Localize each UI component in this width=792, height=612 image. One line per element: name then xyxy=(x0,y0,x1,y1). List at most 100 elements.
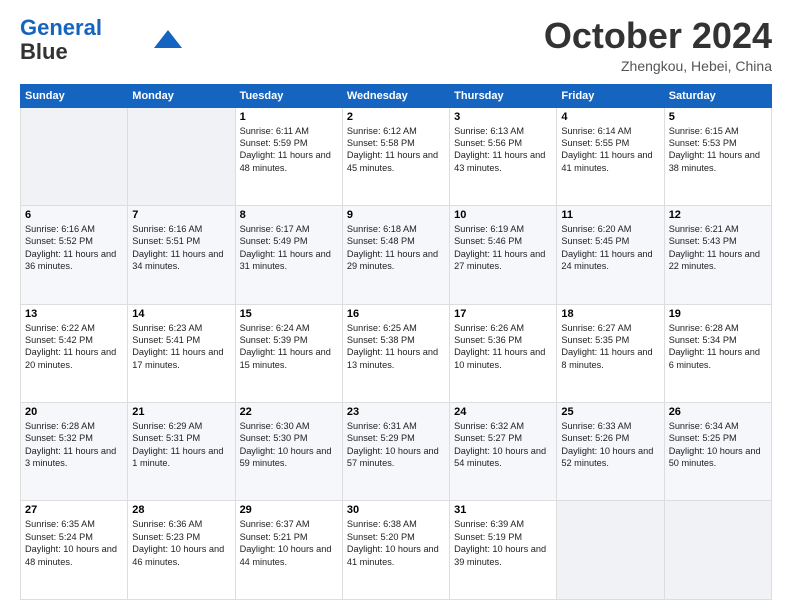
calendar-cell: 30Sunrise: 6:38 AM Sunset: 5:20 PM Dayli… xyxy=(342,501,449,600)
day-info: Sunrise: 6:23 AM Sunset: 5:41 PM Dayligh… xyxy=(132,322,230,372)
day-info: Sunrise: 6:27 AM Sunset: 5:35 PM Dayligh… xyxy=(561,322,659,372)
calendar-cell: 25Sunrise: 6:33 AM Sunset: 5:26 PM Dayli… xyxy=(557,403,664,501)
calendar-cell: 9 Sunrise: 6:18 AM Sunset: 5:48 PM Daylig… xyxy=(342,206,449,304)
calendar-cell: 8 Sunrise: 6:17 AM Sunset: 5:49 PM Daylig… xyxy=(235,206,342,304)
day-info: Sunrise: 6:24 AM Sunset: 5:39 PM Dayligh… xyxy=(240,322,338,372)
calendar-cell: 13 Sunrise: 6:22 AM Sunset: 5:42 PM Dayli… xyxy=(21,304,128,402)
calendar-cell: 7 Sunrise: 6:16 AM Sunset: 5:51 PM Daylig… xyxy=(128,206,235,304)
day-info: Sunrise: 6:29 AM Sunset: 5:31 PM Dayligh… xyxy=(132,420,230,470)
day-number: 14 xyxy=(132,308,230,320)
calendar-cell: 4 Sunrise: 6:14 AM Sunset: 5:55 PM Daylig… xyxy=(557,107,664,205)
calendar: SundayMondayTuesdayWednesdayThursdayFrid… xyxy=(20,84,772,600)
day-info: Sunrise: 6:13 AM Sunset: 5:56 PM Dayligh… xyxy=(454,125,552,175)
day-info: Sunrise: 6:22 AM Sunset: 5:42 PM Dayligh… xyxy=(25,322,123,372)
calendar-cell: 16 Sunrise: 6:25 AM Sunset: 5:38 PM Dayli… xyxy=(342,304,449,402)
day-header-wednesday: Wednesday xyxy=(342,84,449,107)
calendar-cell: 20 Sunrise: 6:28 AM Sunset: 5:32 PM Dayli… xyxy=(21,403,128,501)
calendar-cell: 28 Sunrise: 6:36 AM Sunset: 5:23 PM Dayli… xyxy=(128,501,235,600)
day-info: Sunrise: 6:37 AM Sunset: 5:21 PM Dayligh… xyxy=(240,518,338,568)
day-info: Sunrise: 6:17 AM Sunset: 5:49 PM Dayligh… xyxy=(240,223,338,273)
day-number: 28 xyxy=(132,504,230,516)
day-info: Sunrise: 6:36 AM Sunset: 5:23 PM Dayligh… xyxy=(132,518,230,568)
day-number: 8 xyxy=(240,209,338,221)
day-number: 18 xyxy=(561,308,659,320)
day-number: 17 xyxy=(454,308,552,320)
month-title: October 2024 xyxy=(544,16,772,56)
calendar-cell: 18 Sunrise: 6:27 AM Sunset: 5:35 PM Dayli… xyxy=(557,304,664,402)
day-number: 2 xyxy=(347,111,445,123)
day-number: 15 xyxy=(240,308,338,320)
calendar-cell: 22Sunrise: 6:30 AM Sunset: 5:30 PM Dayli… xyxy=(235,403,342,501)
day-number: 1 xyxy=(240,111,338,123)
logo-icon xyxy=(154,30,182,48)
day-info: Sunrise: 6:16 AM Sunset: 5:51 PM Dayligh… xyxy=(132,223,230,273)
calendar-cell: 14 Sunrise: 6:23 AM Sunset: 5:41 PM Dayli… xyxy=(128,304,235,402)
calendar-cell: 10Sunrise: 6:19 AM Sunset: 5:46 PM Dayli… xyxy=(450,206,557,304)
calendar-cell: 19Sunrise: 6:28 AM Sunset: 5:34 PM Dayli… xyxy=(664,304,771,402)
day-number: 5 xyxy=(669,111,767,123)
day-number: 4 xyxy=(561,111,659,123)
day-number: 26 xyxy=(669,406,767,418)
day-info: Sunrise: 6:19 AM Sunset: 5:46 PM Dayligh… xyxy=(454,223,552,273)
calendar-cell: 31 Sunrise: 6:39 AM Sunset: 5:19 PM Dayli… xyxy=(450,501,557,600)
calendar-cell xyxy=(128,107,235,205)
day-number: 9 xyxy=(347,209,445,221)
day-number: 30 xyxy=(347,504,445,516)
day-number: 13 xyxy=(25,308,123,320)
day-info: Sunrise: 6:33 AM Sunset: 5:26 PM Dayligh… xyxy=(561,420,659,470)
day-header-saturday: Saturday xyxy=(664,84,771,107)
day-info: Sunrise: 6:35 AM Sunset: 5:24 PM Dayligh… xyxy=(25,518,123,568)
day-info: Sunrise: 6:11 AM Sunset: 5:59 PM Dayligh… xyxy=(240,125,338,175)
day-number: 12 xyxy=(669,209,767,221)
day-info: Sunrise: 6:15 AM Sunset: 5:53 PM Dayligh… xyxy=(669,125,767,175)
day-info: Sunrise: 6:20 AM Sunset: 5:45 PM Dayligh… xyxy=(561,223,659,273)
calendar-cell: 17 Sunrise: 6:26 AM Sunset: 5:36 PM Dayli… xyxy=(450,304,557,402)
calendar-cell: 27 Sunrise: 6:35 AM Sunset: 5:24 PM Dayli… xyxy=(21,501,128,600)
calendar-cell: 11 Sunrise: 6:20 AM Sunset: 5:45 PM Dayli… xyxy=(557,206,664,304)
calendar-cell xyxy=(664,501,771,600)
logo: GeneralBlue xyxy=(20,16,182,64)
calendar-cell: 15 Sunrise: 6:24 AM Sunset: 5:39 PM Dayli… xyxy=(235,304,342,402)
calendar-cell: 12Sunrise: 6:21 AM Sunset: 5:43 PM Dayli… xyxy=(664,206,771,304)
calendar-cell: 1 Sunrise: 6:11 AM Sunset: 5:59 PM Daylig… xyxy=(235,107,342,205)
day-info: Sunrise: 6:25 AM Sunset: 5:38 PM Dayligh… xyxy=(347,322,445,372)
day-number: 6 xyxy=(25,209,123,221)
day-info: Sunrise: 6:39 AM Sunset: 5:19 PM Dayligh… xyxy=(454,518,552,568)
day-number: 3 xyxy=(454,111,552,123)
day-number: 24 xyxy=(454,406,552,418)
day-info: Sunrise: 6:26 AM Sunset: 5:36 PM Dayligh… xyxy=(454,322,552,372)
calendar-cell: 29 Sunrise: 6:37 AM Sunset: 5:21 PM Dayli… xyxy=(235,501,342,600)
day-number: 29 xyxy=(240,504,338,516)
day-info: Sunrise: 6:18 AM Sunset: 5:48 PM Dayligh… xyxy=(347,223,445,273)
calendar-cell xyxy=(557,501,664,600)
calendar-cell: 26 Sunrise: 6:34 AM Sunset: 5:25 PM Dayli… xyxy=(664,403,771,501)
header: GeneralBlue October 2024 Zhengkou, Hebei… xyxy=(20,16,772,74)
day-number: 22 xyxy=(240,406,338,418)
day-number: 27 xyxy=(25,504,123,516)
day-header-monday: Monday xyxy=(128,84,235,107)
day-number: 11 xyxy=(561,209,659,221)
calendar-cell: 23Sunrise: 6:31 AM Sunset: 5:29 PM Dayli… xyxy=(342,403,449,501)
day-number: 19 xyxy=(669,308,767,320)
calendar-cell: 24 Sunrise: 6:32 AM Sunset: 5:27 PM Dayli… xyxy=(450,403,557,501)
calendar-cell: 2 Sunrise: 6:12 AM Sunset: 5:58 PM Daylig… xyxy=(342,107,449,205)
day-info: Sunrise: 6:14 AM Sunset: 5:55 PM Dayligh… xyxy=(561,125,659,175)
day-header-friday: Friday xyxy=(557,84,664,107)
day-info: Sunrise: 6:32 AM Sunset: 5:27 PM Dayligh… xyxy=(454,420,552,470)
day-number: 31 xyxy=(454,504,552,516)
day-number: 21 xyxy=(132,406,230,418)
day-info: Sunrise: 6:12 AM Sunset: 5:58 PM Dayligh… xyxy=(347,125,445,175)
day-info: Sunrise: 6:16 AM Sunset: 5:52 PM Dayligh… xyxy=(25,223,123,273)
day-header-thursday: Thursday xyxy=(450,84,557,107)
day-number: 20 xyxy=(25,406,123,418)
day-info: Sunrise: 6:28 AM Sunset: 5:32 PM Dayligh… xyxy=(25,420,123,470)
day-number: 16 xyxy=(347,308,445,320)
logo-text: GeneralBlue xyxy=(20,16,102,64)
calendar-cell xyxy=(21,107,128,205)
location: Zhengkou, Hebei, China xyxy=(544,58,772,74)
calendar-cell: 6 Sunrise: 6:16 AM Sunset: 5:52 PM Daylig… xyxy=(21,206,128,304)
day-info: Sunrise: 6:34 AM Sunset: 5:25 PM Dayligh… xyxy=(669,420,767,470)
title-block: October 2024 Zhengkou, Hebei, China xyxy=(544,16,772,74)
day-number: 7 xyxy=(132,209,230,221)
calendar-cell: 5 Sunrise: 6:15 AM Sunset: 5:53 PM Daylig… xyxy=(664,107,771,205)
